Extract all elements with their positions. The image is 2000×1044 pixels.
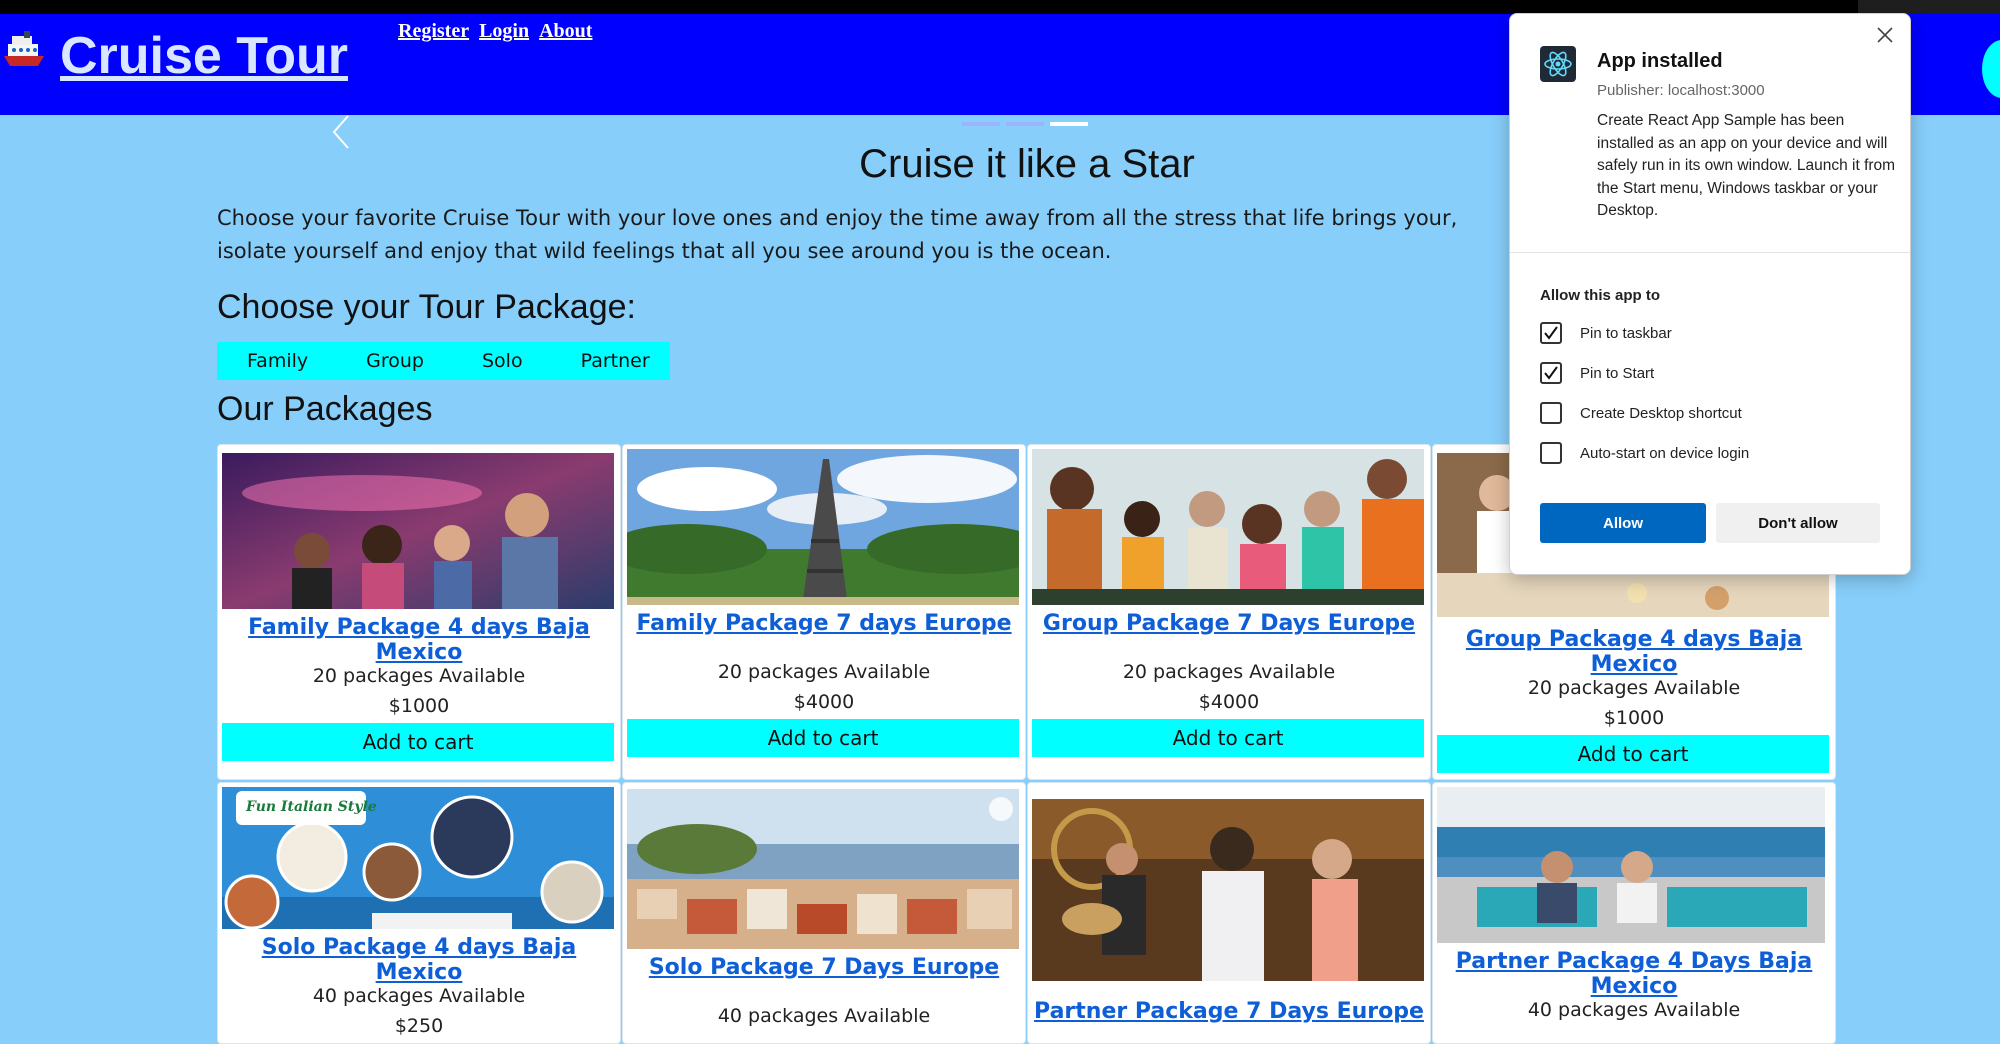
package-availability: 20 packages Available	[1527, 677, 1741, 699]
package-name-link[interactable]: Solo Package 4 days Baja Mexico	[218, 935, 620, 985]
package-image	[1032, 799, 1424, 981]
package-image: Fun Italian Style	[222, 787, 614, 929]
packages-title: Our Packages	[217, 390, 433, 428]
package-card: Solo Package 7 Days Europe 40 packages A…	[622, 782, 1026, 1044]
top-nav: Register Login About	[398, 20, 592, 43]
package-availability: 20 packages Available	[1122, 661, 1336, 683]
browser-top-strip	[0, 0, 2000, 14]
package-image	[1437, 787, 1829, 943]
dialog-publisher: Publisher: localhost:3000	[1597, 82, 1765, 99]
package-image	[627, 789, 1019, 949]
checkbox-auto-start[interactable]	[1540, 442, 1562, 464]
option-label: Pin to Start	[1580, 364, 1655, 382]
filter-family[interactable]: Family	[247, 350, 308, 372]
permissions-title: Allow this app to	[1540, 287, 1660, 304]
nav-about-link[interactable]: About	[539, 20, 592, 43]
package-card: Partner Package 4 Days Baja Mexico 40 pa…	[1432, 782, 1836, 1044]
image-caption: Fun Italian Style	[246, 799, 377, 815]
package-price: $1000	[388, 695, 450, 717]
checkbox-pin-taskbar[interactable]	[1540, 322, 1562, 344]
filter-partner[interactable]: Partner	[581, 350, 650, 372]
checkbox-desktop-shortcut[interactable]	[1540, 402, 1562, 424]
react-app-icon	[1540, 46, 1576, 82]
dont-allow-button[interactable]: Don't allow	[1716, 503, 1880, 543]
add-to-cart-button[interactable]: Add to cart	[1437, 735, 1829, 773]
add-to-cart-button[interactable]: Add to cart	[1032, 719, 1424, 757]
carousel-indicator-3[interactable]	[1050, 122, 1088, 126]
package-availability: 40 packages Available	[1527, 999, 1741, 1021]
option-label: Auto-start on device login	[1580, 444, 1750, 462]
nav-login-link[interactable]: Login	[479, 20, 529, 43]
carousel-indicator-2[interactable]	[1006, 122, 1044, 126]
package-image	[222, 453, 614, 609]
package-image	[627, 449, 1019, 605]
package-price: $4000	[1198, 691, 1260, 713]
option-desktop-shortcut[interactable]: Create Desktop shortcut	[1540, 402, 1742, 424]
package-name-link[interactable]: Family Package 4 days Baja Mexico	[218, 615, 620, 665]
package-name-link[interactable]: Solo Package 7 Days Europe	[623, 955, 1025, 980]
package-name-link[interactable]: Group Package 4 days Baja Mexico	[1433, 627, 1835, 677]
hero-text: Choose your favorite Cruise Tour with yo…	[217, 206, 1458, 263]
dialog-divider	[1510, 252, 1910, 253]
package-price: $1000	[1603, 707, 1665, 729]
package-filter-bar: Family Group Solo Partner	[217, 342, 670, 380]
filter-solo[interactable]: Solo	[482, 350, 523, 372]
package-availability: 40 packages Available	[312, 985, 526, 1007]
browser-strip-tab	[1858, 0, 2000, 14]
package-name-link[interactable]: Partner Package 4 Days Baja Mexico	[1433, 949, 1835, 999]
package-availability: 20 packages Available	[717, 661, 931, 683]
package-card: Family Package 4 days Baja Mexico 20 pac…	[217, 444, 621, 780]
carousel-indicator-1[interactable]	[962, 122, 1000, 126]
site-title: Cruise Tour	[60, 27, 348, 85]
option-auto-start[interactable]: Auto-start on device login	[1540, 442, 1749, 464]
option-label: Pin to taskbar	[1580, 324, 1672, 342]
site-logo-link[interactable]: Cruise Tour	[2, 26, 348, 86]
tour-package-title: Choose your Tour Package:	[217, 288, 636, 326]
option-pin-start[interactable]: Pin to Start	[1540, 362, 1654, 384]
package-image	[1032, 449, 1424, 605]
dialog-title: App installed	[1597, 50, 1723, 72]
package-name-link[interactable]: Family Package 7 days Europe	[623, 611, 1025, 636]
filter-group[interactable]: Group	[366, 350, 424, 372]
add-to-cart-button[interactable]: Add to cart	[222, 723, 614, 761]
carousel-indicators	[962, 122, 1088, 126]
app-installed-dialog: App installed Publisher: localhost:3000 …	[1509, 13, 1911, 575]
close-icon[interactable]	[1872, 22, 1898, 48]
package-availability: 20 packages Available	[312, 665, 526, 687]
image-visual-search-icon[interactable]	[989, 797, 1013, 821]
package-name-link[interactable]: Group Package 7 Days Europe	[1028, 611, 1430, 636]
package-card: Partner Package 7 Days Europe	[1027, 782, 1431, 1044]
package-card: Group Package 7 Days Europe 20 packages …	[1027, 444, 1431, 780]
ship-icon	[2, 30, 46, 82]
package-price: $250	[394, 1015, 444, 1037]
option-pin-taskbar[interactable]: Pin to taskbar	[1540, 322, 1672, 344]
package-card: Family Package 7 days Europe 20 packages…	[622, 444, 1026, 780]
allow-button[interactable]: Allow	[1540, 503, 1706, 543]
option-label: Create Desktop shortcut	[1580, 404, 1742, 422]
package-availability: 40 packages Available	[717, 1005, 931, 1027]
checkbox-pin-start[interactable]	[1540, 362, 1562, 384]
package-name-link[interactable]: Partner Package 7 Days Europe	[1028, 999, 1430, 1024]
package-card: Fun Italian Style Solo Package 4 days Ba…	[217, 782, 621, 1044]
package-price: $4000	[793, 691, 855, 713]
nav-register-link[interactable]: Register	[398, 20, 469, 43]
add-to-cart-button[interactable]: Add to cart	[627, 719, 1019, 757]
dialog-description: Create React App Sample has been install…	[1597, 112, 1896, 219]
